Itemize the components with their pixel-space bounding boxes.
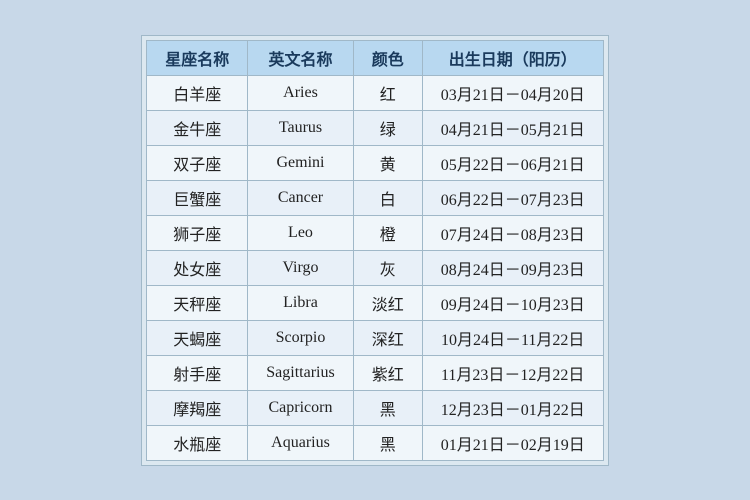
table-cell-8-0: 射手座 [147, 355, 248, 390]
table-cell-7-3: 10月24日－11月22日 [422, 320, 603, 355]
table-cell-2-0: 双子座 [147, 145, 248, 180]
table-cell-2-2: 黄 [353, 145, 422, 180]
table-header-cell: 英文名称 [248, 40, 353, 75]
table-cell-9-3: 12月23日－01月22日 [422, 390, 603, 425]
table-cell-2-3: 05月22日－06月21日 [422, 145, 603, 180]
table-cell-5-3: 08月24日－09月23日 [422, 250, 603, 285]
table-cell-9-2: 黑 [353, 390, 422, 425]
table-cell-10-1: Aquarius [248, 425, 353, 460]
table-cell-5-2: 灰 [353, 250, 422, 285]
table-cell-6-1: Libra [248, 285, 353, 320]
zodiac-table-container: 星座名称英文名称颜色出生日期（阳历） 白羊座Aries红03月21日－04月20… [141, 35, 608, 466]
table-row: 天秤座Libra淡红09月24日－10月23日 [147, 285, 603, 320]
table-row: 射手座Sagittarius紫红11月23日－12月22日 [147, 355, 603, 390]
table-row: 水瓶座Aquarius黑01月21日－02月19日 [147, 425, 603, 460]
table-header-cell: 颜色 [353, 40, 422, 75]
table-row: 狮子座Leo橙07月24日－08月23日 [147, 215, 603, 250]
table-header-cell: 出生日期（阳历） [422, 40, 603, 75]
table-cell-9-1: Capricorn [248, 390, 353, 425]
table-cell-8-2: 紫红 [353, 355, 422, 390]
table-cell-3-2: 白 [353, 180, 422, 215]
table-cell-10-3: 01月21日－02月19日 [422, 425, 603, 460]
table-cell-8-1: Sagittarius [248, 355, 353, 390]
table-cell-1-3: 04月21日－05月21日 [422, 110, 603, 145]
table-cell-9-0: 摩羯座 [147, 390, 248, 425]
table-cell-8-3: 11月23日－12月22日 [422, 355, 603, 390]
table-cell-1-0: 金牛座 [147, 110, 248, 145]
table-row: 天蝎座Scorpio深红10月24日－11月22日 [147, 320, 603, 355]
table-row: 巨蟹座Cancer白06月22日－07月23日 [147, 180, 603, 215]
table-cell-1-2: 绿 [353, 110, 422, 145]
table-cell-0-1: Aries [248, 75, 353, 110]
table-row: 双子座Gemini黄05月22日－06月21日 [147, 145, 603, 180]
table-cell-10-2: 黑 [353, 425, 422, 460]
table-cell-6-3: 09月24日－10月23日 [422, 285, 603, 320]
table-cell-1-1: Taurus [248, 110, 353, 145]
table-cell-3-3: 06月22日－07月23日 [422, 180, 603, 215]
table-cell-7-0: 天蝎座 [147, 320, 248, 355]
table-body: 白羊座Aries红03月21日－04月20日金牛座Taurus绿04月21日－0… [147, 75, 603, 460]
table-cell-5-1: Virgo [248, 250, 353, 285]
table-row: 金牛座Taurus绿04月21日－05月21日 [147, 110, 603, 145]
table-cell-0-3: 03月21日－04月20日 [422, 75, 603, 110]
table-cell-4-3: 07月24日－08月23日 [422, 215, 603, 250]
table-row: 处女座Virgo灰08月24日－09月23日 [147, 250, 603, 285]
table-header-row: 星座名称英文名称颜色出生日期（阳历） [147, 40, 603, 75]
table-cell-0-0: 白羊座 [147, 75, 248, 110]
table-cell-6-0: 天秤座 [147, 285, 248, 320]
table-cell-5-0: 处女座 [147, 250, 248, 285]
table-cell-7-2: 深红 [353, 320, 422, 355]
table-cell-3-1: Cancer [248, 180, 353, 215]
table-row: 白羊座Aries红03月21日－04月20日 [147, 75, 603, 110]
table-cell-4-0: 狮子座 [147, 215, 248, 250]
table-header-cell: 星座名称 [147, 40, 248, 75]
table-row: 摩羯座Capricorn黑12月23日－01月22日 [147, 390, 603, 425]
table-cell-4-2: 橙 [353, 215, 422, 250]
table-cell-7-1: Scorpio [248, 320, 353, 355]
table-cell-2-1: Gemini [248, 145, 353, 180]
table-cell-10-0: 水瓶座 [147, 425, 248, 460]
table-cell-4-1: Leo [248, 215, 353, 250]
table-cell-6-2: 淡红 [353, 285, 422, 320]
table-cell-0-2: 红 [353, 75, 422, 110]
zodiac-table: 星座名称英文名称颜色出生日期（阳历） 白羊座Aries红03月21日－04月20… [146, 40, 603, 461]
table-cell-3-0: 巨蟹座 [147, 180, 248, 215]
